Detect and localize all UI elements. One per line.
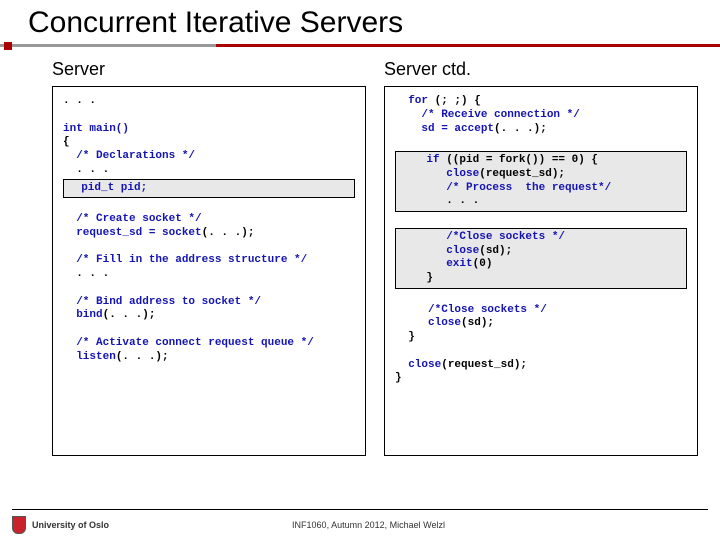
code-line: { [63, 136, 355, 150]
code-line: /* Fill in the address structure */ [63, 254, 355, 268]
code-line: } [395, 372, 687, 386]
code-line: /* Declarations */ [63, 150, 355, 164]
code-line: int main() [63, 123, 355, 137]
code-line: listen(. . .); [63, 351, 355, 365]
code-line [63, 199, 355, 213]
code-line: } [395, 331, 687, 345]
highlight-child-close-block: /*Close sockets */ close(sd); exit(0) } [395, 228, 687, 289]
left-code-box: . . . int main() { /* Declarations */ . … [52, 86, 366, 456]
code-line: request_sd = socket(. . .); [63, 227, 355, 241]
code-line: . . . [63, 95, 355, 109]
code-line: /*Close sockets */ [395, 304, 687, 318]
footer-center: INF1060, Autumn 2012, Michael Welzl [109, 520, 628, 534]
title-bullet [4, 42, 12, 50]
code-line: /* Bind address to socket */ [63, 296, 355, 310]
code-line: /* Activate connect request queue */ [63, 337, 355, 351]
code-line: . . . [63, 268, 355, 282]
code-line [395, 136, 687, 150]
right-column-heading: Server ctd. [384, 59, 698, 80]
code-line [395, 345, 687, 359]
footer-left: University of Oslo [12, 516, 109, 534]
left-column-heading: Server [52, 59, 366, 80]
code-line [63, 241, 355, 255]
code-line: . . . [63, 164, 355, 178]
code-line: /* Receive connection */ [395, 109, 687, 123]
code-line [63, 323, 355, 337]
code-line [63, 282, 355, 296]
code-line: close(sd); [395, 317, 687, 331]
page-title: Concurrent Iterative Servers [0, 6, 720, 40]
footer-left-text: University of Oslo [32, 520, 109, 530]
highlight-pid-decl: pid_t pid; [63, 179, 355, 199]
highlight-fork-block: if ((pid = fork()) == 0) { close(request… [395, 151, 687, 212]
code-line: close(request_sd); [395, 359, 687, 373]
code-line [395, 213, 687, 227]
code-line: bind(. . .); [63, 309, 355, 323]
university-shield-icon [12, 516, 26, 534]
code-line [395, 290, 687, 304]
code-line: sd = accept(. . .); [395, 123, 687, 137]
code-line: /* Create socket */ [63, 213, 355, 227]
footer-rule [12, 509, 708, 510]
right-code-box: for (; ;) { /* Receive connection */ sd … [384, 86, 698, 456]
title-rule-red [216, 44, 720, 47]
code-line: for (; ;) { [395, 95, 687, 109]
code-line [63, 109, 355, 123]
